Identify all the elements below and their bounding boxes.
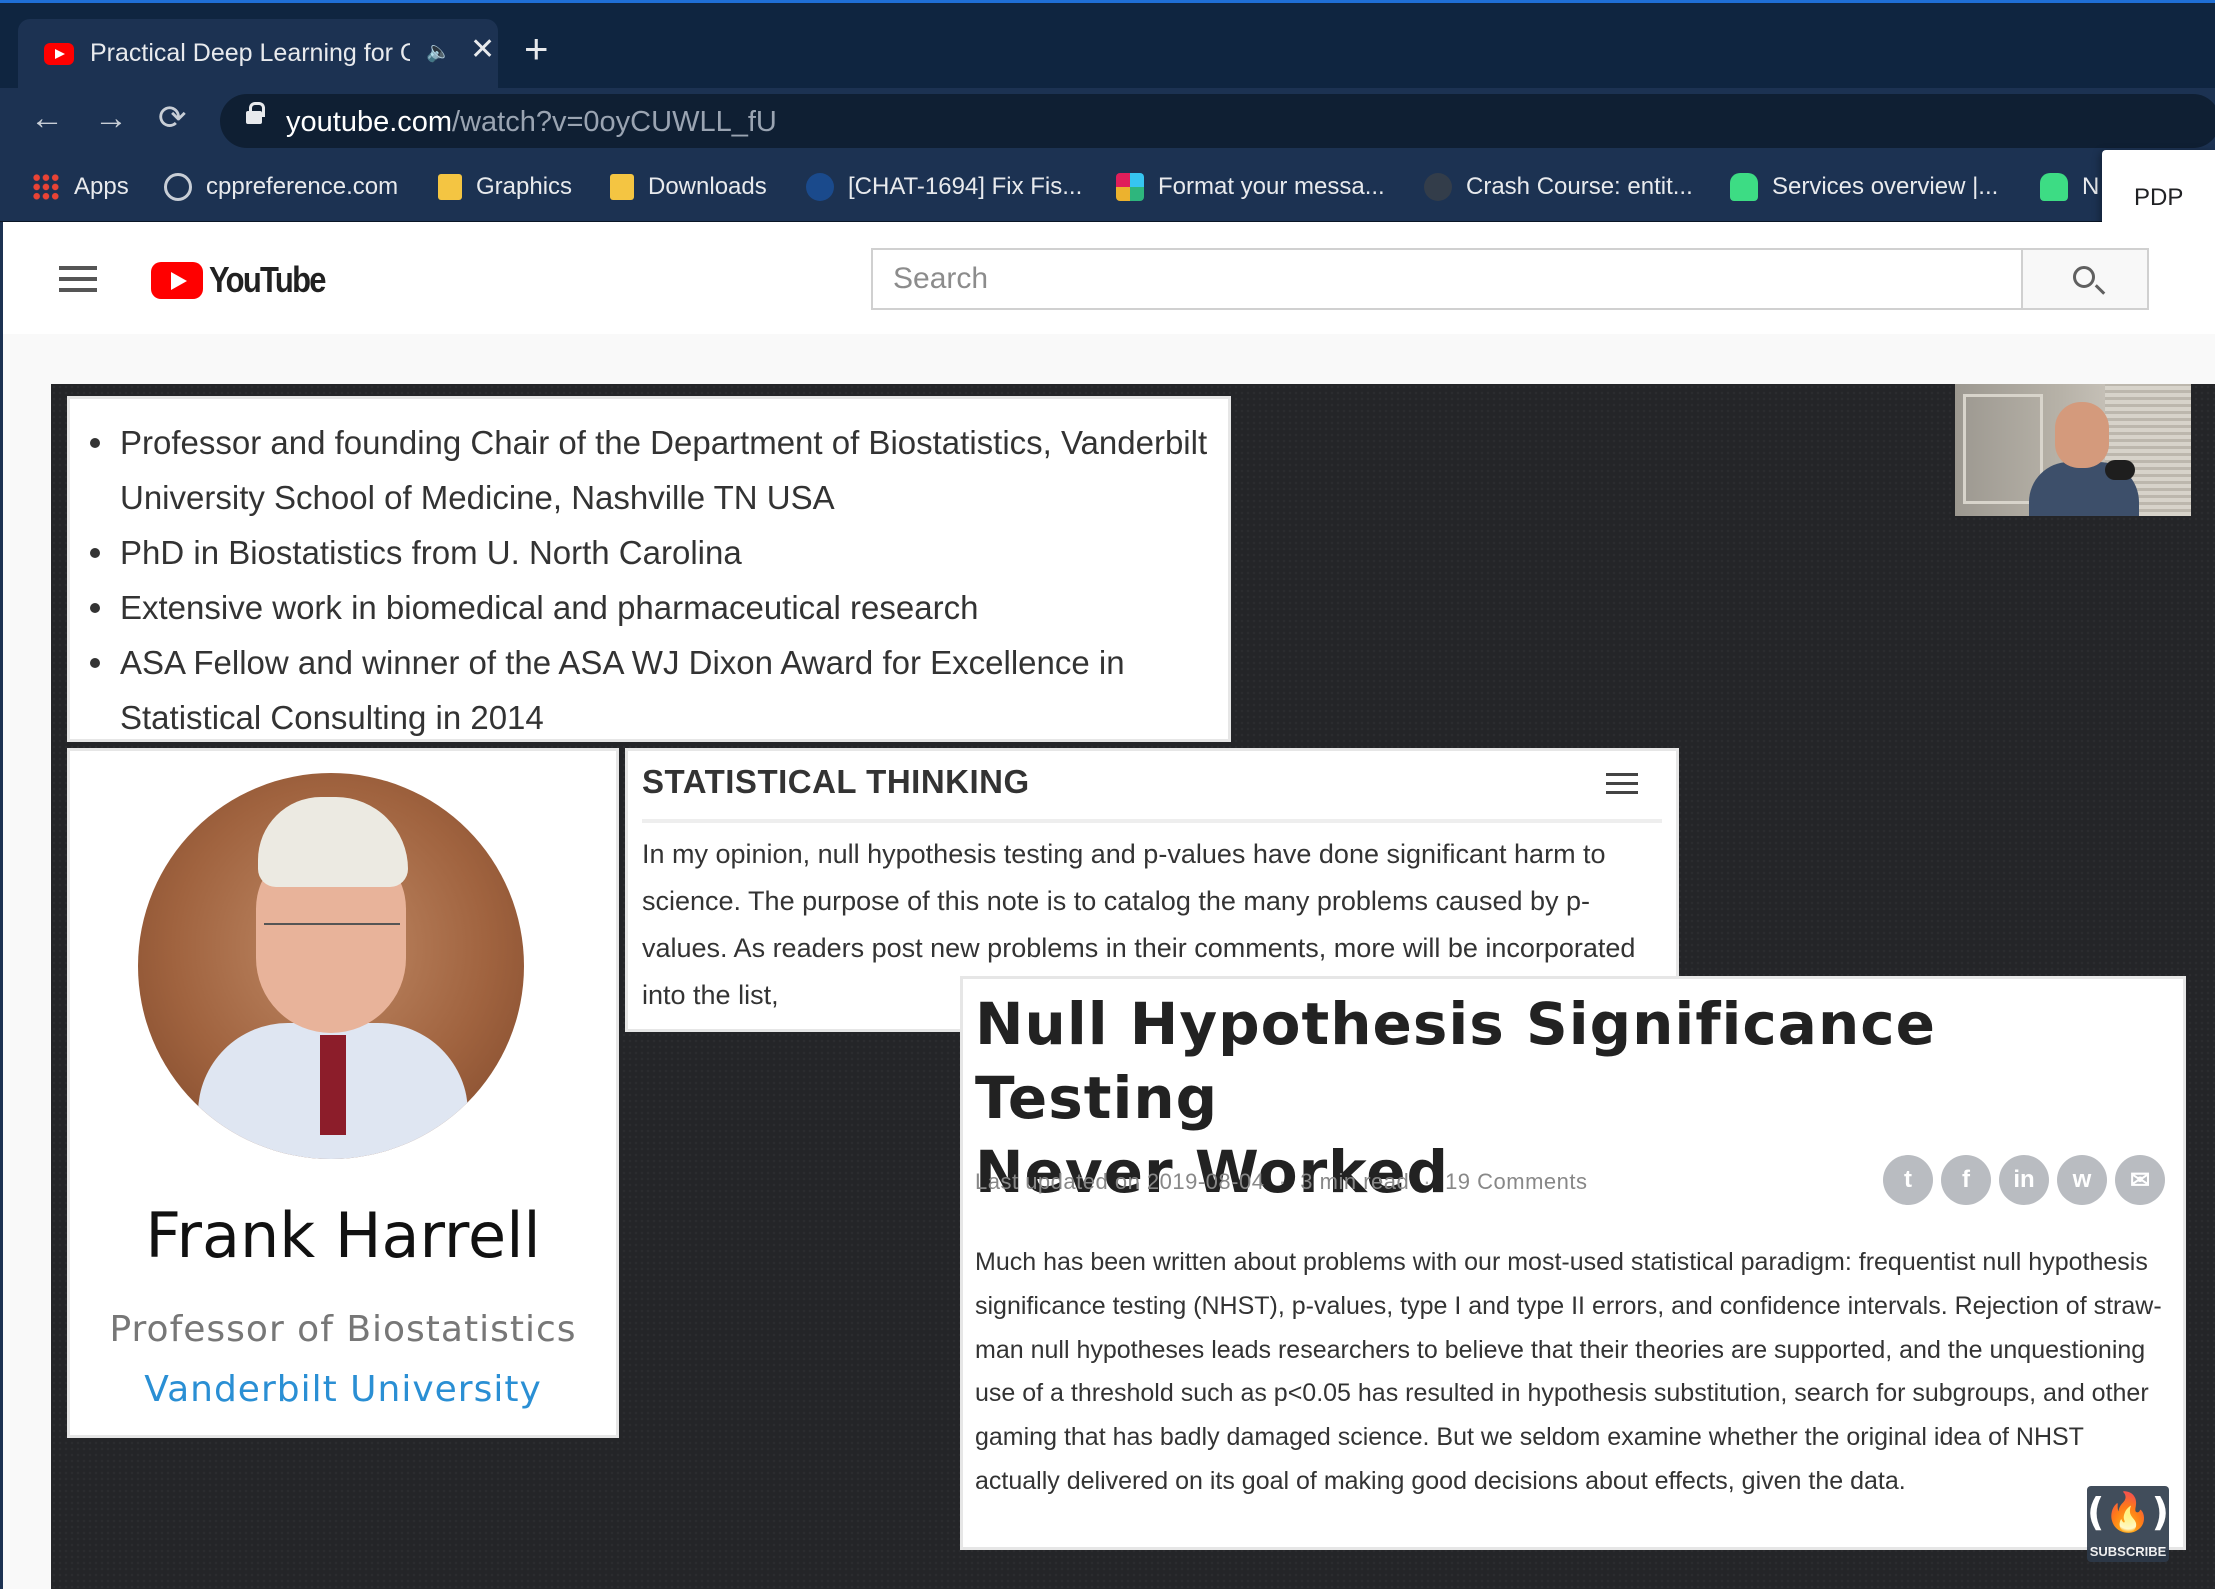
search-button[interactable]	[2021, 248, 2149, 310]
ribbon-icon	[806, 173, 834, 201]
speaker-icon[interactable]: 🔈	[426, 39, 452, 65]
bookmarks-bar: Apps cppreference.com Graphics Downloads…	[0, 150, 2215, 222]
video-player[interactable]: Professor and founding Chair of the Depa…	[51, 384, 2215, 1589]
bookmark-crash-course[interactable]: Crash Course: entit...	[1424, 170, 1693, 204]
article-updated: Last updated on 2019-08-04	[975, 1169, 1265, 1194]
browser-tab[interactable]: Practical Deep Learning for C 🔈 ✕	[18, 19, 498, 91]
bio-item: PhD in Biostatistics from U. North Carol…	[90, 525, 1230, 580]
folder-icon	[610, 174, 634, 200]
weibo-icon: w	[2057, 1155, 2107, 1205]
android-icon	[2040, 173, 2068, 201]
youtube-logo[interactable]: YouTube	[151, 259, 344, 300]
subscribe-label: SUBSCRIBE	[2089, 1544, 2167, 1559]
url-text[interactable]: youtube.com/watch?v=0oyCUWLL_fU	[286, 106, 777, 139]
youtube-wordmark: YouTube	[209, 259, 327, 300]
android-icon	[1730, 173, 1758, 201]
article-meta: Last updated on 2019-08-04 · 3 min read · 19…	[975, 1169, 1588, 1194]
subscribe-watermark[interactable]: (🔥) SUBSCRIBE	[2087, 1486, 2169, 1562]
browser-tab-strip: Practical Deep Learning for C 🔈 ✕ +	[0, 0, 2215, 91]
profile-title: Professor of Biostatistics	[109, 1309, 577, 1350]
article-read-time: 3 min read	[1300, 1169, 1410, 1194]
reload-icon[interactable]: ⟳	[158, 100, 187, 136]
search-input[interactable]	[873, 250, 2021, 308]
presenter-webcam	[1955, 384, 2191, 516]
folder-icon	[438, 174, 462, 200]
bio-item: Professor and founding Chair of the Depa…	[90, 415, 1230, 525]
youtube-favicon-icon	[44, 43, 74, 65]
divider	[642, 819, 1662, 823]
youtube-header: YouTube	[0, 222, 2215, 334]
new-tab-button[interactable]: +	[524, 28, 549, 70]
article-body: Much has been written about problems wit…	[975, 1248, 2162, 1495]
linkedin-icon: in	[1999, 1155, 2049, 1205]
forward-arrow-icon[interactable]: →	[94, 100, 128, 136]
bio-item: ASA Fellow and winner of the ASA WJ Dixo…	[90, 635, 1230, 745]
article-card: Null Hypothesis Significance Testing Nev…	[960, 976, 2186, 1550]
bio-card: Professor and founding Chair of the Depa…	[67, 396, 1231, 742]
bookmark-n[interactable]: N	[2040, 170, 2099, 204]
profile-card: Frank Harrell Professor of Biostatistics…	[67, 748, 619, 1438]
bookmark-chat-1694[interactable]: [CHAT-1694] Fix Fis...	[806, 170, 1082, 204]
profile-name: Frank Harrell	[145, 1199, 541, 1272]
twitter-icon: t	[1883, 1155, 1933, 1205]
slack-icon	[1116, 173, 1144, 201]
bookmark-services-overview[interactable]: Services overview |...	[1730, 170, 1998, 204]
close-tab-icon[interactable]: ✕	[470, 35, 495, 65]
menu-icon	[1606, 773, 1638, 795]
bookmark-graphics[interactable]: Graphics	[438, 170, 572, 204]
blog-header: STATISTICAL THINKING	[642, 763, 1030, 800]
guide-menu-icon[interactable]	[59, 266, 97, 292]
bookmark-downloads[interactable]: Downloads	[610, 170, 767, 204]
profile-organization: Vanderbilt University	[144, 1369, 542, 1410]
bio-list: Professor and founding Chair of the Depa…	[90, 415, 1230, 745]
bio-item: Extensive work in biomedical and pharmac…	[90, 580, 1230, 635]
freecodecamp-icon: (🔥)	[2087, 1490, 2170, 1534]
bookmark-cppreference[interactable]: cppreference.com	[164, 170, 398, 204]
bookmark-slack-format[interactable]: Format your messa...	[1116, 170, 1385, 204]
lock-icon[interactable]	[246, 102, 265, 124]
address-bar[interactable]: youtube.com/watch?v=0oyCUWLL_fU	[220, 94, 2215, 148]
browser-toolbar: ← → ⟳ youtube.com/watch?v=0oyCUWLL_fU	[0, 88, 2215, 150]
pdp-label: PDP	[2134, 184, 2184, 211]
search-icon	[2073, 266, 2095, 288]
back-arrow-icon[interactable]: ←	[30, 100, 64, 136]
github-icon	[1424, 173, 1452, 201]
youtube-play-icon	[151, 261, 203, 299]
tab-title: Practical Deep Learning for C	[90, 39, 410, 67]
cppreference-icon	[164, 173, 192, 201]
search-box[interactable]	[871, 248, 2021, 310]
article-comments: 19 Comments	[1445, 1169, 1588, 1194]
facebook-icon: f	[1941, 1155, 1991, 1205]
email-icon: ✉	[2115, 1155, 2165, 1205]
share-buttons: t f in w ✉	[1883, 1155, 2165, 1205]
apps-grid-icon	[32, 173, 60, 201]
avatar	[138, 773, 524, 1159]
bookmark-apps[interactable]: Apps	[32, 170, 129, 204]
